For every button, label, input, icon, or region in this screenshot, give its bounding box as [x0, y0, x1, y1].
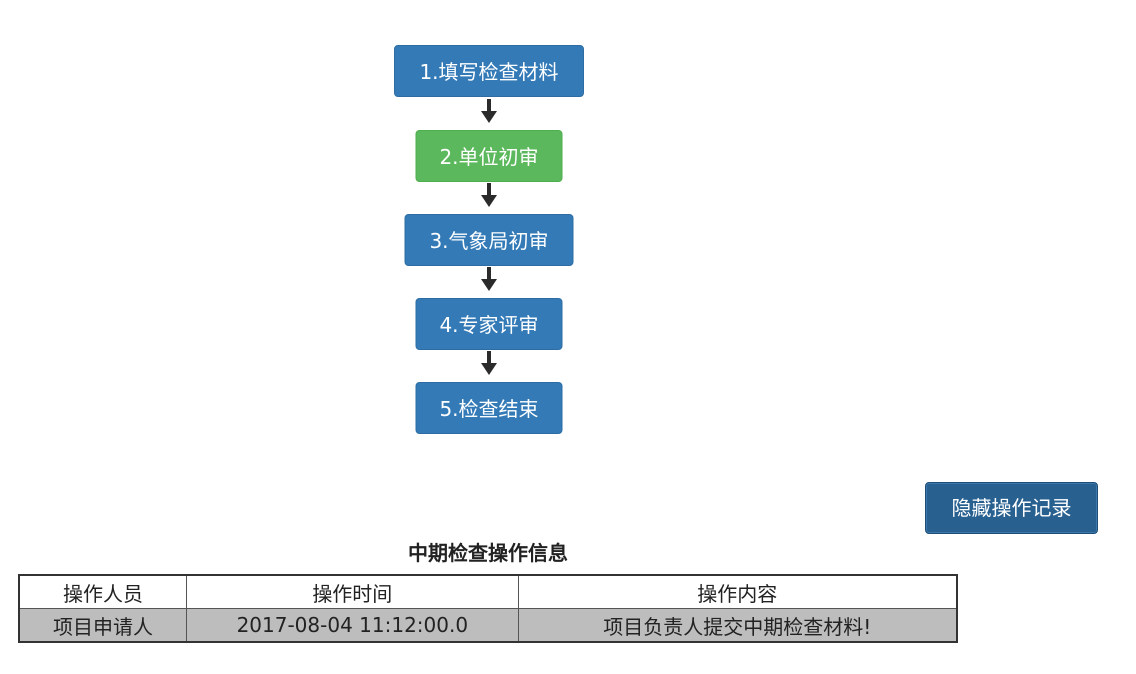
step-check-end[interactable]: 5.检查结束 — [415, 382, 563, 434]
arrow-down-icon — [481, 99, 497, 123]
operation-log-table: 操作人员 操作时间 操作内容 项目申请人 2017-08-04 11:12:00… — [18, 574, 958, 643]
cell-operator: 项目申请人 — [18, 608, 188, 643]
arrow-down-icon — [481, 351, 497, 375]
table-row: 项目申请人 2017-08-04 11:12:00.0 项目负责人提交中期检查材… — [18, 608, 958, 643]
section-title: 中期检查操作信息 — [408, 541, 568, 565]
hide-records-button[interactable]: 隐藏操作记录 — [925, 482, 1098, 534]
step-expert-review[interactable]: 4.专家评审 — [415, 298, 563, 350]
column-header-operator: 操作人员 — [18, 574, 188, 609]
step-fill-materials[interactable]: 1.填写检查材料 — [394, 45, 584, 97]
page: 1.填写检查材料 2.单位初审 3.气象局初审 4.专家评审 5.检查结束 隐藏… — [0, 0, 1136, 674]
step-unit-review[interactable]: 2.单位初审 — [415, 130, 563, 182]
arrow-down-icon — [481, 267, 497, 291]
cell-time: 2017-08-04 11:12:00.0 — [186, 608, 519, 643]
column-header-content: 操作内容 — [517, 574, 958, 609]
arrow-down-icon — [481, 183, 497, 207]
table-header-row: 操作人员 操作时间 操作内容 — [18, 574, 958, 609]
column-header-time: 操作时间 — [186, 574, 519, 609]
cell-content: 项目负责人提交中期检查材料! — [517, 608, 958, 643]
step-bureau-review[interactable]: 3.气象局初审 — [404, 214, 574, 266]
